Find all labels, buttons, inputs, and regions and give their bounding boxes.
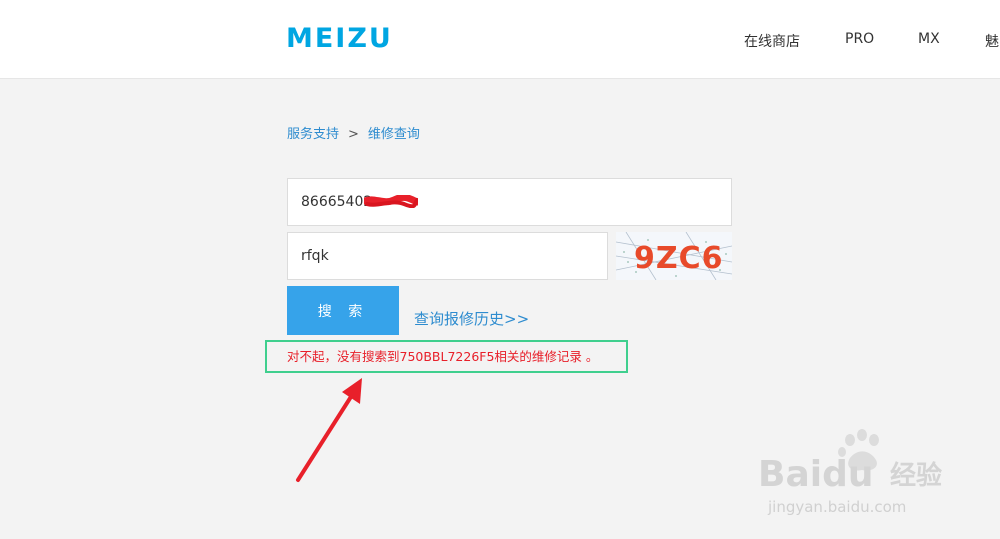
top-header: MEIZU 在线商店 PRO MX 魅 xyxy=(0,0,1000,79)
imei-input[interactable]: 86665402 xyxy=(287,178,732,226)
captcha-input-value: rfqk xyxy=(301,248,329,264)
arrow-icon xyxy=(296,378,362,482)
repair-history-link[interactable]: 查询报修历史>> xyxy=(414,308,529,329)
nav-item-online-store[interactable]: 在线商店 xyxy=(744,31,800,51)
nav-item-pro[interactable]: PRO xyxy=(845,31,874,47)
breadcrumb: 服务支持 > 维修查询 xyxy=(287,123,420,142)
nav-item-mx[interactable]: MX xyxy=(918,31,940,47)
watermark-brand: Baidu xyxy=(758,454,873,495)
imei-input-value: 86665402 xyxy=(301,194,373,210)
paw-icon: Baidu 经验 jingyan.baidu.com xyxy=(758,429,942,516)
captcha-image[interactable]: 9ZC6 xyxy=(616,232,732,280)
search-button[interactable]: 搜 索 xyxy=(287,286,399,335)
redaction-scribble xyxy=(364,195,418,208)
captcha-graphic: 9ZC6 xyxy=(616,232,732,280)
main-nav: 在线商店 PRO MX 魅 xyxy=(0,31,1000,51)
breadcrumb-service-support[interactable]: 服务支持 xyxy=(287,127,339,142)
watermark-url: jingyan.baidu.com xyxy=(767,498,906,516)
baidu-watermark: Baidu 经验 jingyan.baidu.com xyxy=(758,428,958,524)
captcha-text: 9ZC6 xyxy=(634,241,724,276)
nav-item-meilan[interactable]: 魅 xyxy=(985,31,999,51)
breadcrumb-repair-query[interactable]: 维修查询 xyxy=(368,127,420,142)
watermark-product: 经验 xyxy=(890,460,942,491)
breadcrumb-separator: > xyxy=(348,127,359,142)
captcha-input[interactable]: rfqk xyxy=(287,232,608,280)
error-message: 对不起，没有搜索到750BBL7226F5相关的维修记录 。 xyxy=(287,349,599,364)
